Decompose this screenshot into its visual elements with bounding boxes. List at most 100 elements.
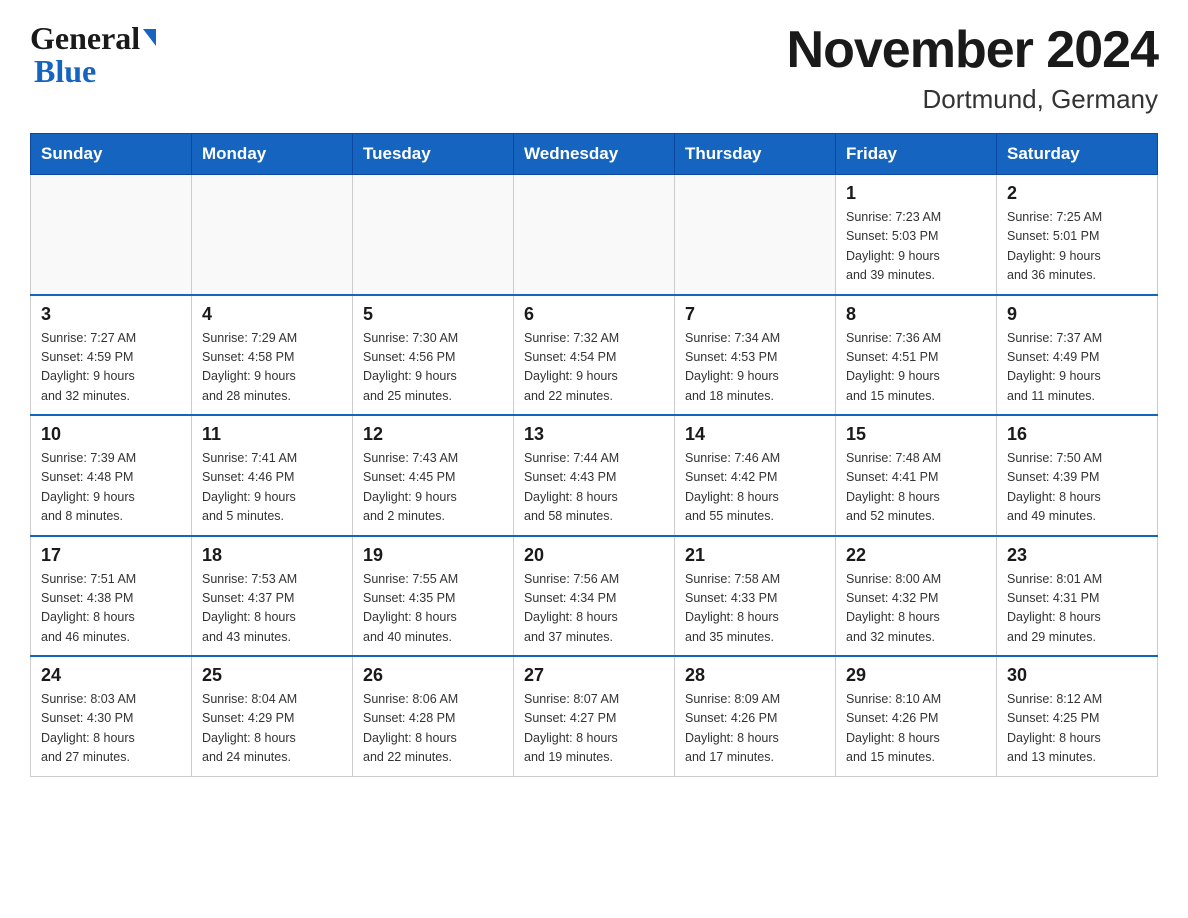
day-number: 23 <box>1007 545 1147 566</box>
table-row: 26Sunrise: 8:06 AM Sunset: 4:28 PM Dayli… <box>353 656 514 776</box>
day-info: Sunrise: 8:07 AM Sunset: 4:27 PM Dayligh… <box>524 690 664 768</box>
day-info: Sunrise: 8:01 AM Sunset: 4:31 PM Dayligh… <box>1007 570 1147 648</box>
table-row: 11 Sunrise: 7:41 AM Sunset: 4:46 PM Dayli… <box>192 415 353 536</box>
day-number: 16 <box>1007 424 1147 445</box>
day-number: 12 <box>363 424 503 445</box>
day-number: 21 <box>685 545 825 566</box>
day-info: Sunrise: 8:04 AM Sunset: 4:29 PM Dayligh… <box>202 690 342 768</box>
header-wednesday: Wednesday <box>514 134 675 175</box>
day-number: 18 <box>202 545 342 566</box>
table-row: 3Sunrise: 7:27 AM Sunset: 4:59 PM Daylig… <box>31 295 192 416</box>
table-row <box>353 175 514 295</box>
table-row: 23 Sunrise: 8:01 AM Sunset: 4:31 PM Dayli… <box>997 536 1158 657</box>
day-info: Sunrise: 7:23 AM Sunset: 5:03 PM Dayligh… <box>846 208 986 286</box>
day-info: Sunrise: 7:43 AM Sunset: 4:45 PM Dayligh… <box>363 449 503 527</box>
table-row: 4 Sunrise: 7:29 AM Sunset: 4:58 PM Daylig… <box>192 295 353 416</box>
page-header: General Blue November 2024 Dortmund, Ger… <box>30 20 1158 115</box>
day-info: Sunrise: 8:03 AM Sunset: 4:30 PM Dayligh… <box>41 690 181 768</box>
table-row: 24 Sunrise: 8:03 AM Sunset: 4:30 PM Dayli… <box>31 656 192 776</box>
day-number: 15 <box>846 424 986 445</box>
header-tuesday: Tuesday <box>353 134 514 175</box>
day-number: 6 <box>524 304 664 325</box>
table-row: 14 Sunrise: 7:46 AM Sunset: 4:42 PM Dayli… <box>675 415 836 536</box>
table-row: 12 Sunrise: 7:43 AM Sunset: 4:45 PM Dayli… <box>353 415 514 536</box>
day-info: Sunrise: 8:09 AM Sunset: 4:26 PM Dayligh… <box>685 690 825 768</box>
day-info: Sunrise: 7:25 AM Sunset: 5:01 PM Dayligh… <box>1007 208 1147 286</box>
day-number: 19 <box>363 545 503 566</box>
calendar-week-row: 17Sunrise: 7:51 AM Sunset: 4:38 PM Dayli… <box>31 536 1158 657</box>
day-info: Sunrise: 7:41 AM Sunset: 4:46 PM Dayligh… <box>202 449 342 527</box>
day-info: Sunrise: 8:10 AM Sunset: 4:26 PM Dayligh… <box>846 690 986 768</box>
table-row: 8Sunrise: 7:36 AM Sunset: 4:51 PM Daylig… <box>836 295 997 416</box>
table-row: 16Sunrise: 7:50 AM Sunset: 4:39 PM Dayli… <box>997 415 1158 536</box>
day-info: Sunrise: 7:46 AM Sunset: 4:42 PM Dayligh… <box>685 449 825 527</box>
day-number: 10 <box>41 424 181 445</box>
table-row <box>675 175 836 295</box>
table-row: 18 Sunrise: 7:53 AM Sunset: 4:37 PM Dayli… <box>192 536 353 657</box>
day-number: 9 <box>1007 304 1147 325</box>
title-block: November 2024 Dortmund, Germany <box>787 20 1158 115</box>
table-row <box>514 175 675 295</box>
day-info: Sunrise: 7:30 AM Sunset: 4:56 PM Dayligh… <box>363 329 503 407</box>
calendar-week-row: 24 Sunrise: 8:03 AM Sunset: 4:30 PM Dayli… <box>31 656 1158 776</box>
table-row: 29 Sunrise: 8:10 AM Sunset: 4:26 PM Dayli… <box>836 656 997 776</box>
day-info: Sunrise: 7:56 AM Sunset: 4:34 PM Dayligh… <box>524 570 664 648</box>
page-title: November 2024 <box>787 20 1158 80</box>
day-info: Sunrise: 7:36 AM Sunset: 4:51 PM Dayligh… <box>846 329 986 407</box>
day-number: 1 <box>846 183 986 204</box>
day-info: Sunrise: 7:27 AM Sunset: 4:59 PM Dayligh… <box>41 329 181 407</box>
header-saturday: Saturday <box>997 134 1158 175</box>
day-number: 2 <box>1007 183 1147 204</box>
day-number: 28 <box>685 665 825 686</box>
table-row: 20 Sunrise: 7:56 AM Sunset: 4:34 PM Dayli… <box>514 536 675 657</box>
table-row: 30 Sunrise: 8:12 AM Sunset: 4:25 PM Dayli… <box>997 656 1158 776</box>
table-row: 7 Sunrise: 7:34 AM Sunset: 4:53 PM Daylig… <box>675 295 836 416</box>
page-subtitle: Dortmund, Germany <box>787 84 1158 115</box>
day-info: Sunrise: 7:53 AM Sunset: 4:37 PM Dayligh… <box>202 570 342 648</box>
day-number: 30 <box>1007 665 1147 686</box>
header-thursday: Thursday <box>675 134 836 175</box>
table-row: 28 Sunrise: 8:09 AM Sunset: 4:26 PM Dayli… <box>675 656 836 776</box>
day-info: Sunrise: 7:48 AM Sunset: 4:41 PM Dayligh… <box>846 449 986 527</box>
day-number: 29 <box>846 665 986 686</box>
logo-blue: Blue <box>30 53 96 90</box>
calendar-week-row: 3Sunrise: 7:27 AM Sunset: 4:59 PM Daylig… <box>31 295 1158 416</box>
table-row: 27Sunrise: 8:07 AM Sunset: 4:27 PM Dayli… <box>514 656 675 776</box>
day-info: Sunrise: 7:44 AM Sunset: 4:43 PM Dayligh… <box>524 449 664 527</box>
header-sunday: Sunday <box>31 134 192 175</box>
calendar-table: Sunday Monday Tuesday Wednesday Thursday… <box>30 133 1158 777</box>
day-info: Sunrise: 7:29 AM Sunset: 4:58 PM Dayligh… <box>202 329 342 407</box>
day-info: Sunrise: 7:51 AM Sunset: 4:38 PM Dayligh… <box>41 570 181 648</box>
table-row: 2 Sunrise: 7:25 AM Sunset: 5:01 PM Daylig… <box>997 175 1158 295</box>
day-info: Sunrise: 7:32 AM Sunset: 4:54 PM Dayligh… <box>524 329 664 407</box>
day-info: Sunrise: 8:06 AM Sunset: 4:28 PM Dayligh… <box>363 690 503 768</box>
day-info: Sunrise: 7:37 AM Sunset: 4:49 PM Dayligh… <box>1007 329 1147 407</box>
logo-general: General <box>30 20 140 57</box>
table-row: 1 Sunrise: 7:23 AM Sunset: 5:03 PM Daylig… <box>836 175 997 295</box>
day-number: 11 <box>202 424 342 445</box>
table-row: 10Sunrise: 7:39 AM Sunset: 4:48 PM Dayli… <box>31 415 192 536</box>
day-number: 25 <box>202 665 342 686</box>
day-number: 13 <box>524 424 664 445</box>
table-row: 9 Sunrise: 7:37 AM Sunset: 4:49 PM Daylig… <box>997 295 1158 416</box>
header-friday: Friday <box>836 134 997 175</box>
table-row: 21Sunrise: 7:58 AM Sunset: 4:33 PM Dayli… <box>675 536 836 657</box>
table-row <box>31 175 192 295</box>
day-number: 14 <box>685 424 825 445</box>
day-number: 20 <box>524 545 664 566</box>
table-row: 13 Sunrise: 7:44 AM Sunset: 4:43 PM Dayli… <box>514 415 675 536</box>
table-row: 25 Sunrise: 8:04 AM Sunset: 4:29 PM Dayli… <box>192 656 353 776</box>
table-row: 19Sunrise: 7:55 AM Sunset: 4:35 PM Dayli… <box>353 536 514 657</box>
table-row <box>192 175 353 295</box>
day-number: 4 <box>202 304 342 325</box>
day-number: 7 <box>685 304 825 325</box>
table-row: 17Sunrise: 7:51 AM Sunset: 4:38 PM Dayli… <box>31 536 192 657</box>
day-info: Sunrise: 8:12 AM Sunset: 4:25 PM Dayligh… <box>1007 690 1147 768</box>
day-info: Sunrise: 7:34 AM Sunset: 4:53 PM Dayligh… <box>685 329 825 407</box>
calendar-week-row: 10Sunrise: 7:39 AM Sunset: 4:48 PM Dayli… <box>31 415 1158 536</box>
table-row: 22Sunrise: 8:00 AM Sunset: 4:32 PM Dayli… <box>836 536 997 657</box>
day-info: Sunrise: 8:00 AM Sunset: 4:32 PM Dayligh… <box>846 570 986 648</box>
day-number: 24 <box>41 665 181 686</box>
calendar-header-row: Sunday Monday Tuesday Wednesday Thursday… <box>31 134 1158 175</box>
calendar-week-row: 1 Sunrise: 7:23 AM Sunset: 5:03 PM Daylig… <box>31 175 1158 295</box>
